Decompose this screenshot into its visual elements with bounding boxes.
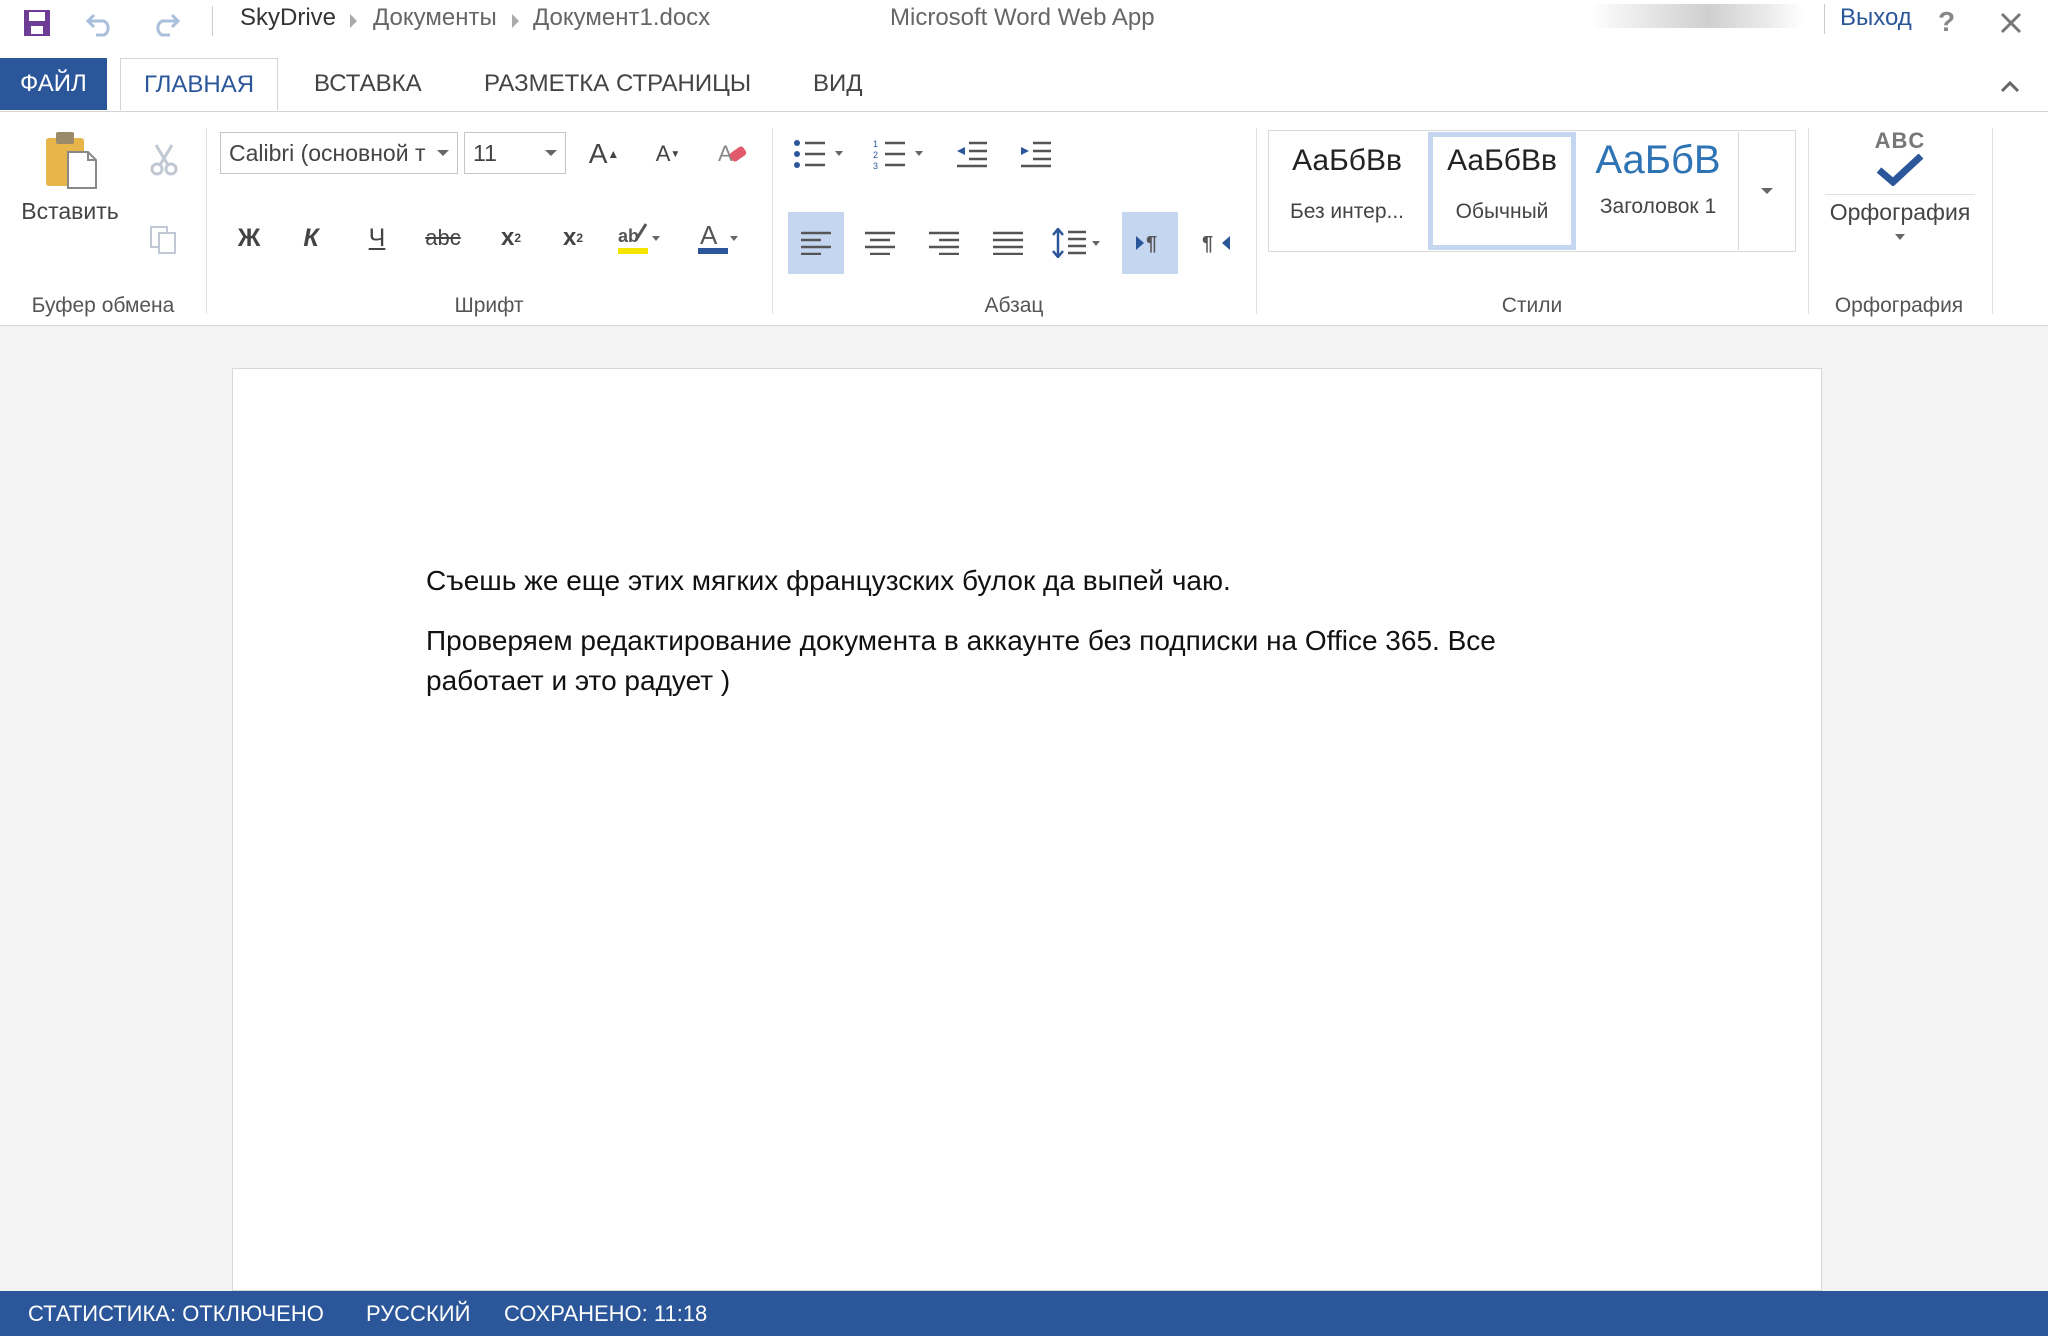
shrink-font-icon[interactable]: A ▼	[648, 132, 688, 176]
svg-text:3: 3	[873, 161, 878, 169]
paragraph-1[interactable]: Съешь же еще этих мягких французских бул…	[426, 561, 1231, 601]
bold-button[interactable]: Ж	[228, 216, 270, 260]
tab-insert[interactable]: ВСТАВКА	[314, 58, 422, 110]
paste-label: Вставить	[21, 198, 119, 224]
tab-view[interactable]: ВИД	[813, 58, 863, 110]
font-size-dropdown[interactable]: 11	[464, 132, 566, 174]
spelling-label: Орфография	[1829, 199, 1971, 225]
rtl-direction-icon[interactable]: ¶	[1188, 212, 1244, 274]
style-sample: АаБбВв	[1447, 144, 1557, 177]
svg-text:¶: ¶	[1146, 233, 1157, 254]
close-icon[interactable]	[1996, 8, 2026, 38]
font-name-dropdown[interactable]: Calibri (основной т	[220, 132, 458, 174]
font-size-value: 11	[473, 140, 497, 166]
help-icon[interactable]: ?	[1938, 6, 1955, 38]
style-name: Заголовок 1	[1599, 195, 1717, 218]
style-name: Без интер...	[1289, 200, 1405, 223]
cut-icon[interactable]	[144, 140, 184, 180]
subscript-icon[interactable]: x2	[490, 216, 532, 260]
copy-icon[interactable]	[144, 220, 184, 260]
style-name: Обычный	[1455, 200, 1549, 223]
grow-font-icon[interactable]: A ▲	[584, 132, 624, 176]
app-title: Microsoft Word Web App	[890, 4, 1155, 31]
align-right-icon[interactable]	[916, 212, 972, 274]
document-page[interactable]: Съешь же еще этих мягких французских бул…	[232, 368, 1822, 1291]
undo-icon[interactable]	[82, 6, 118, 40]
status-language[interactable]: РУССКИЙ	[366, 1291, 470, 1336]
group-label-font: Шрифт	[454, 294, 524, 317]
styles-more-icon[interactable]	[1738, 132, 1794, 250]
style-normal[interactable]: АаБбВв Обычный	[1428, 132, 1576, 250]
abc-label: ABC	[1874, 128, 1926, 153]
svg-text:¶: ¶	[1202, 233, 1213, 254]
breadcrumb-document-name[interactable]: Документ1.docx	[533, 4, 710, 32]
svg-text:ab: ab	[618, 226, 639, 246]
svg-text:2: 2	[873, 150, 878, 160]
tab-home[interactable]: ГЛАВНАЯ	[120, 58, 278, 111]
group-label-proofing: Орфография	[1834, 294, 1964, 317]
save-icon[interactable]	[20, 6, 54, 40]
align-left-icon[interactable]	[788, 212, 844, 274]
ribbon: Вставить Буфер обмена Calibri (основной …	[0, 112, 2048, 326]
spelling-button[interactable]: ABC Орфография	[1820, 128, 1980, 278]
numbering-icon[interactable]: 123	[870, 134, 930, 174]
superscript-icon[interactable]: x2	[552, 216, 594, 260]
line-spacing-icon[interactable]	[1046, 212, 1108, 274]
style-sample: АаБбВ	[1595, 138, 1721, 182]
title-bar: SkyDrive Документы Документ1.docx Micros…	[0, 0, 2048, 44]
group-label-styles: Стили	[1501, 294, 1563, 317]
breadcrumb-skydrive[interactable]: SkyDrive	[240, 4, 336, 32]
clear-formatting-icon[interactable]: A	[712, 132, 752, 176]
italic-button[interactable]: К	[290, 216, 332, 260]
strikethrough-button[interactable]: abc	[418, 216, 468, 260]
user-name-redacted	[1590, 4, 1804, 28]
breadcrumb-documents[interactable]: Документы	[373, 4, 497, 32]
chevron-down-icon	[1895, 234, 1905, 240]
status-bar: СТАТИСТИКА: ОТКЛЮЧЕНО РУССКИЙ СОХРАНЕНО:…	[0, 1291, 2048, 1336]
increase-indent-icon[interactable]	[1016, 134, 1056, 174]
align-center-icon[interactable]	[852, 212, 908, 274]
style-sample: АаБбВв	[1292, 144, 1402, 177]
paragraph-2-line-1[interactable]: Проверяем редактирование документа в акк…	[426, 621, 1496, 661]
font-color-icon[interactable]: A	[690, 216, 746, 260]
paragraph-2-line-2[interactable]: работает и это радует )	[426, 661, 730, 701]
svg-text:1: 1	[873, 139, 878, 149]
font-name-value: Calibri (основной т	[229, 140, 426, 166]
breadcrumb-separator-icon	[512, 14, 519, 28]
paste-button[interactable]: Вставить	[10, 128, 130, 254]
justify-icon[interactable]	[980, 212, 1036, 274]
redo-icon[interactable]	[148, 6, 184, 40]
svg-text:A: A	[700, 220, 718, 250]
style-no-spacing[interactable]: АаБбВв Без интер...	[1270, 132, 1424, 250]
style-heading-1[interactable]: АаБбВ Заголовок 1	[1582, 132, 1734, 250]
spelling-check-icon	[1876, 154, 1924, 186]
breadcrumb-separator-icon	[350, 14, 357, 28]
ribbon-tabs: ФАЙЛ ГЛАВНАЯ ВСТАВКА РАЗМЕТКА СТРАНИЦЫ В…	[0, 58, 2048, 112]
paste-icon	[46, 132, 97, 189]
status-saved: СОХРАНЕНО: 11:18	[504, 1301, 708, 1326]
decrease-indent-icon[interactable]	[952, 134, 992, 174]
group-label-clipboard: Буфер обмена	[31, 294, 175, 317]
bullets-icon[interactable]	[790, 134, 850, 174]
signout-link[interactable]: Выход	[1840, 4, 1912, 32]
status-stats[interactable]: СТАТИСТИКА: ОТКЛЮЧЕНО	[28, 1291, 324, 1336]
ltr-direction-icon[interactable]: ¶	[1122, 212, 1178, 274]
collapse-ribbon-icon[interactable]	[1996, 72, 2024, 100]
tab-file[interactable]: ФАЙЛ	[0, 58, 107, 110]
underline-button[interactable]: Ч	[356, 216, 398, 260]
group-label-paragraph: Абзац	[984, 294, 1044, 317]
highlight-color-icon[interactable]: ab	[612, 216, 668, 260]
tab-page-layout[interactable]: РАЗМЕТКА СТРАНИЦЫ	[484, 58, 751, 110]
